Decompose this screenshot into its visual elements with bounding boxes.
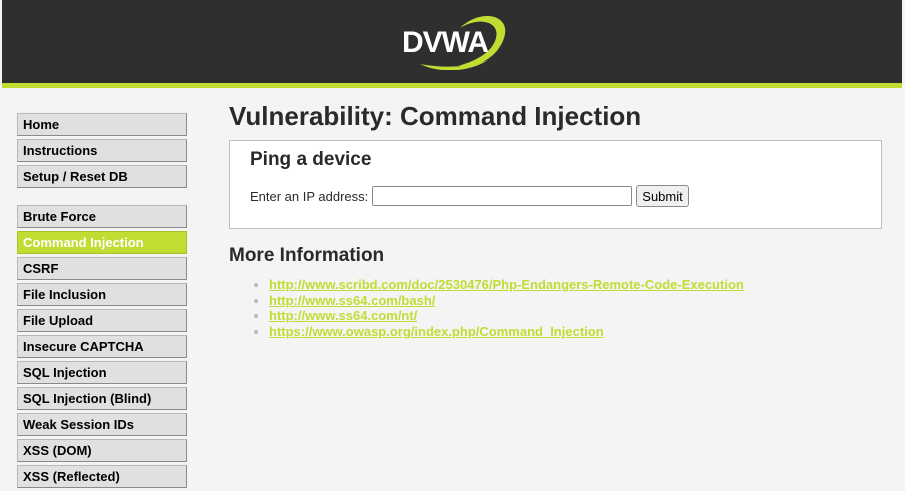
menu-block-vulnerabilities: Brute Force Command Injection CSRF File …	[17, 205, 187, 488]
ip-form-row: Enter an IP address: Submit	[250, 185, 861, 207]
menu-item-file-upload[interactable]: File Upload	[17, 309, 187, 332]
menu-item-sql-injection[interactable]: SQL Injection	[17, 361, 187, 384]
menu-block-main: Home Instructions Setup / Reset DB	[17, 113, 187, 188]
menu-item-xss-dom[interactable]: XSS (DOM)	[17, 439, 187, 462]
site-header: DVWA	[2, 0, 902, 83]
svg-text:DVWA: DVWA	[402, 26, 488, 59]
list-item: http://www.ss64.com/nt/	[269, 308, 882, 324]
reference-link-ss64-bash[interactable]: http://www.ss64.com/bash/	[269, 293, 435, 308]
menu-item-home[interactable]: Home	[17, 113, 187, 136]
ping-form-panel: Ping a device Enter an IP address: Submi…	[229, 140, 882, 229]
menu-item-brute-force[interactable]: Brute Force	[17, 205, 187, 228]
menu-item-csrf[interactable]: CSRF	[17, 257, 187, 280]
more-information-heading: More Information	[229, 245, 385, 266]
menu-item-insecure-captcha[interactable]: Insecure CAPTCHA	[17, 335, 187, 358]
submit-button[interactable]: Submit	[636, 185, 689, 207]
menu-item-sql-injection-blind[interactable]: SQL Injection (Blind)	[17, 387, 187, 410]
menu-item-instructions[interactable]: Instructions	[17, 139, 187, 162]
ip-address-input[interactable]	[372, 186, 633, 206]
main-content: Vulnerability: Command Injection Ping a …	[229, 98, 882, 340]
menu-item-command-injection[interactable]: Command Injection	[17, 231, 187, 254]
list-item: http://www.scribd.com/doc/2530476/Php-En…	[269, 277, 882, 293]
reference-link-scribd[interactable]: http://www.scribd.com/doc/2530476/Php-En…	[269, 277, 744, 292]
dvwa-logo[interactable]: DVWA	[400, 10, 508, 70]
side-menu: Home Instructions Setup / Reset DB Brute…	[17, 113, 187, 491]
header-accent-bar	[2, 83, 902, 88]
menu-item-setup-reset-db[interactable]: Setup / Reset DB	[17, 165, 187, 188]
reference-link-ss64-nt[interactable]: http://www.ss64.com/nt/	[269, 308, 417, 323]
menu-item-weak-session-ids[interactable]: Weak Session IDs	[17, 413, 187, 436]
ip-label: Enter an IP address:	[250, 188, 369, 204]
list-item: https://www.owasp.org/index.php/Command_…	[269, 324, 882, 340]
reference-links: http://www.scribd.com/doc/2530476/Php-En…	[229, 277, 882, 340]
menu-item-xss-reflected[interactable]: XSS (Reflected)	[17, 465, 187, 488]
reference-link-owasp[interactable]: https://www.owasp.org/index.php/Command_…	[269, 324, 604, 339]
menu-item-file-inclusion[interactable]: File Inclusion	[17, 283, 187, 306]
form-heading: Ping a device	[250, 149, 372, 170]
page-title: Vulnerability: Command Injection	[229, 101, 642, 131]
list-item: http://www.ss64.com/bash/	[269, 293, 882, 309]
